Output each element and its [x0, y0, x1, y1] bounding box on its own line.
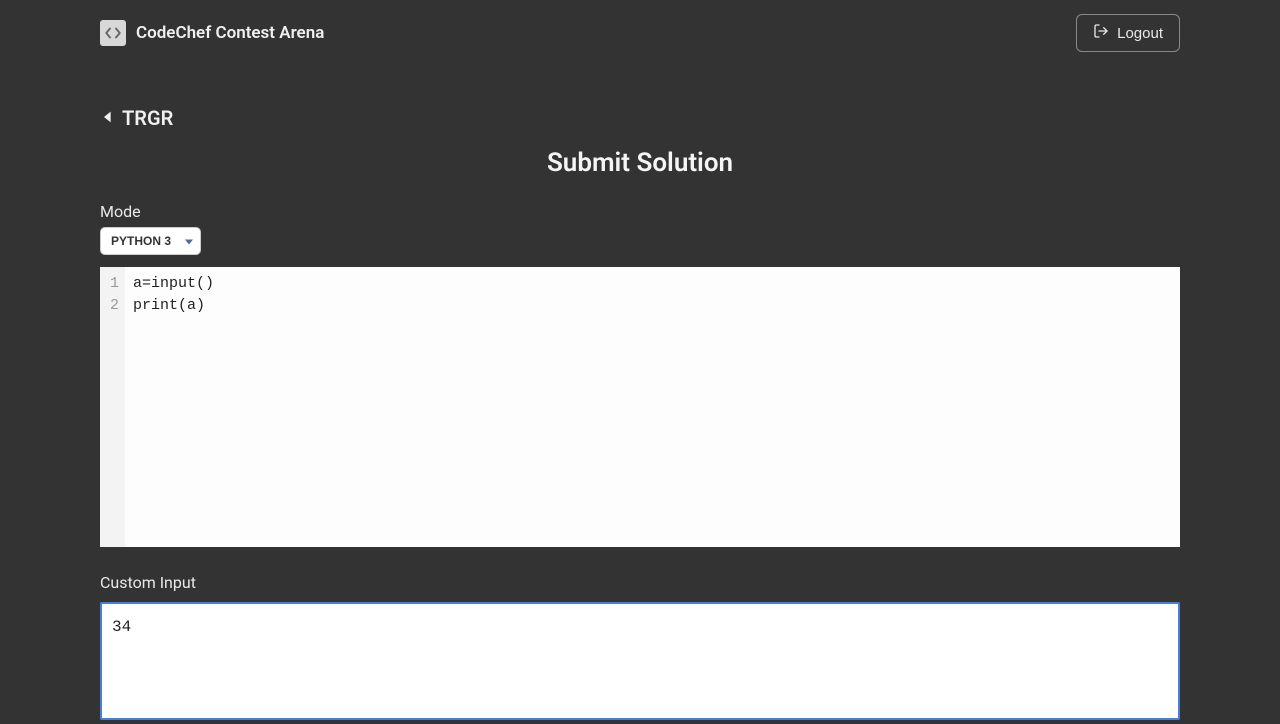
line-number: 1 — [110, 273, 119, 295]
back-label: TRGR — [122, 106, 173, 130]
back-icon — [100, 106, 116, 130]
mode-select-wrap: PYTHON 3 — [100, 227, 201, 255]
mode-section: Mode PYTHON 3 — [100, 202, 1180, 255]
code-line: print(a) — [133, 295, 1172, 317]
logout-label: Logout — [1117, 25, 1163, 42]
mode-label: Mode — [100, 202, 1180, 221]
mode-select[interactable]: PYTHON 3 — [100, 227, 201, 255]
back-link[interactable]: TRGR — [100, 106, 173, 130]
brand: CodeChef Contest Arena — [100, 20, 324, 46]
code-line: a=input() — [133, 273, 1172, 295]
code-editor[interactable]: 1 2 a=input()print(a) — [100, 267, 1180, 547]
logout-icon — [1093, 23, 1109, 43]
logout-button[interactable]: Logout — [1076, 14, 1180, 52]
brand-title: CodeChef Contest Arena — [136, 23, 324, 43]
custom-input-section: Custom Input — [100, 573, 1180, 724]
page-title: Submit Solution — [100, 148, 1180, 178]
code-content[interactable]: a=input()print(a) — [125, 267, 1180, 547]
code-gutter: 1 2 — [100, 267, 125, 547]
line-number: 2 — [110, 295, 119, 317]
custom-input-field[interactable] — [100, 602, 1180, 720]
logo-icon — [100, 20, 126, 46]
header: CodeChef Contest Arena Logout — [100, 0, 1180, 66]
custom-input-label: Custom Input — [100, 573, 1180, 592]
